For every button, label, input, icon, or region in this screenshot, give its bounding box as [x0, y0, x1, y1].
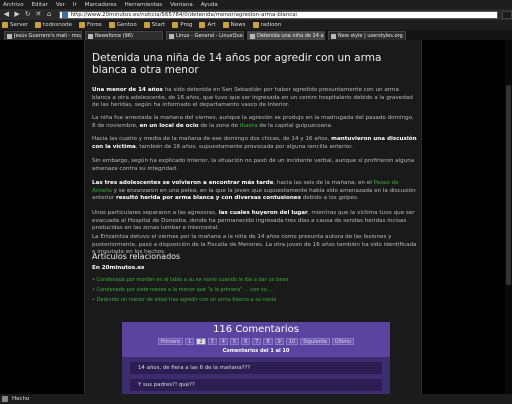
page-scrollbar[interactable] [505, 40, 512, 394]
menu-bar: Archivo Editar Ver Ir Marcadores Herrami… [0, 0, 512, 9]
status-text: Hecho [12, 396, 30, 402]
pager-next[interactable]: Siguiente [300, 338, 330, 345]
menu-marcadores[interactable]: Marcadores [85, 2, 117, 8]
scrollbar-thumb[interactable] [506, 85, 511, 285]
bookmarks-toolbar: Server todosnode Foros Gentoo Start Prog… [0, 20, 512, 30]
comment-text: 14 años, de fiera a las 6 de la mañana??… [138, 365, 251, 371]
tab-favicon-icon [331, 33, 336, 39]
pager-last[interactable]: Último [331, 338, 355, 345]
tab-mail[interactable]: Jesús Guerrero's mail - mozilla [4, 31, 82, 40]
back-icon[interactable]: ◀ [2, 10, 11, 19]
article-paragraph: La niña fue arrestada la mañana del vier… [92, 115, 414, 129]
pager-page-4[interactable]: 4 [218, 338, 228, 345]
menu-herramientas[interactable]: Herramientas [125, 2, 162, 8]
comment-text: Y sus padres?! que?? [138, 382, 195, 388]
folder-icon [199, 22, 206, 28]
article-paragraph: Las tres adolescentes se volvieron a enc… [92, 180, 416, 202]
site-favicon-icon [62, 11, 69, 18]
related-link[interactable]: Detenido un menor de edad tras agredir c… [92, 295, 288, 305]
menu-ver[interactable]: Ver [56, 2, 65, 8]
page-viewport: Detenida una niña de 14 años por agredir… [0, 40, 512, 394]
related-heading: Artículos relacionados [92, 252, 181, 261]
comments-section: 116 Comentarios Primero 1 2 3 4 5 6 7 8 … [122, 322, 390, 394]
status-bar: Hecho [0, 394, 512, 404]
pager-page-9[interactable]: 9 [274, 338, 284, 345]
pager-page-1[interactable]: 1 [185, 338, 195, 345]
folder-icon [35, 22, 42, 28]
bookmark-start[interactable]: Start [143, 22, 165, 28]
bookmark-server[interactable]: Server [2, 22, 28, 28]
tab-favicon-icon [7, 33, 12, 39]
comment: Y sus padres?! que?? [130, 379, 382, 391]
folder-icon [108, 22, 115, 28]
article-paragraph: Hacia las cuatro y media de la mañana de… [92, 136, 417, 150]
bookmark-news[interactable]: News [222, 22, 246, 28]
pager-page-3[interactable]: 3 [207, 338, 217, 345]
menu-archivo[interactable]: Archivo [3, 2, 24, 8]
pager-page-6[interactable]: 6 [241, 338, 251, 345]
stop-icon[interactable]: ✕ [34, 10, 43, 19]
folder-icon [143, 22, 150, 28]
folder-icon [252, 22, 259, 28]
bookmark-gentoo[interactable]: Gentoo [108, 22, 137, 28]
tab-favicon-icon [169, 33, 174, 39]
menu-ir[interactable]: Ir [73, 2, 77, 8]
pager-page-10[interactable]: 10 [285, 338, 299, 345]
bookmark-foros[interactable]: Foros [79, 22, 102, 28]
tab-newsforce[interactable]: Newsforce (96) [85, 31, 163, 40]
ibaeta-link[interactable]: Ibaeta [240, 123, 258, 129]
url-text: http://www.20minutos.es/noticia/565784/0… [70, 11, 298, 18]
tab-article[interactable]: Detenida una niña de 14 años p... [247, 31, 325, 40]
related-link[interactable]: Condenado por siete meses a la menor que… [92, 285, 288, 295]
related-link[interactable]: Condenada por morder en el labio a su ex… [92, 275, 289, 285]
article-paragraph: Sin embargo, según ha explicado Interior… [92, 158, 415, 172]
bookmark-radioon[interactable]: radioon [252, 22, 281, 28]
bookmark-art[interactable]: Art [199, 22, 216, 28]
tab-favicon-icon [88, 33, 93, 39]
comments-pager: Primero 1 2 3 4 5 6 7 8 9 10 Siguiente Ú… [122, 338, 390, 345]
related-source: En 20minutos.es [92, 265, 145, 271]
status-icon [2, 396, 8, 402]
article-paragraph: Unos particulares separaron a las agreso… [92, 210, 415, 232]
comments-range: Comentarios del 1 al 10 [222, 348, 290, 354]
folder-icon [2, 22, 8, 28]
comments-header: 116 Comentarios Primero 1 2 3 4 5 6 7 8 … [122, 322, 390, 357]
folder-icon [79, 22, 86, 28]
tab-favicon-icon [250, 33, 255, 39]
bookmark-prog[interactable]: Prog [172, 22, 192, 28]
pager-page-5[interactable]: 5 [229, 338, 240, 345]
comment: 14 años, de fiera a las 6 de la mañana??… [130, 362, 382, 374]
pager-first[interactable]: Primero [157, 338, 184, 345]
tab-userstyles[interactable]: New style | userstyles.org [328, 31, 406, 40]
home-icon[interactable]: ⌂ [45, 10, 54, 19]
menu-editar[interactable]: Editar [32, 2, 48, 8]
bookmark-todosnode[interactable]: todosnode [35, 22, 72, 28]
folder-icon [222, 22, 229, 28]
comments-title: 116 Comentarios [213, 324, 299, 335]
pager-page-7[interactable]: 7 [252, 338, 262, 345]
tab-linuxquestions[interactable]: Linux - General - LinuxQuestions [166, 31, 244, 40]
pager-page-8[interactable]: 8 [263, 338, 273, 345]
search-box[interactable] [502, 10, 512, 19]
pager-page-2[interactable]: 2 [196, 338, 206, 345]
related-list: Condenada por morder en el labio a su ex… [92, 275, 289, 305]
folder-icon [172, 22, 179, 28]
forward-icon[interactable]: ▶ [13, 10, 22, 19]
reload-icon[interactable]: ↻ [23, 10, 32, 19]
menu-ayuda[interactable]: Ayuda [201, 2, 218, 8]
tab-strip: Jesús Guerrero's mail - mozilla Newsforc… [0, 30, 512, 40]
article-column: Detenida una niña de 14 años por agredir… [84, 40, 422, 394]
article-title: Detenida una niña de 14 años por agredir… [92, 52, 382, 76]
url-bar[interactable]: http://www.20minutos.es/noticia/565784/0… [59, 10, 499, 19]
navigation-toolbar: ◀ ▶ ↻ ✕ ⌂ http://www.20minutos.es/notici… [0, 9, 512, 20]
menu-ventana[interactable]: Ventana [170, 2, 193, 8]
article-paragraph: Una menor de 14 años ha sido detenida en… [92, 87, 413, 109]
